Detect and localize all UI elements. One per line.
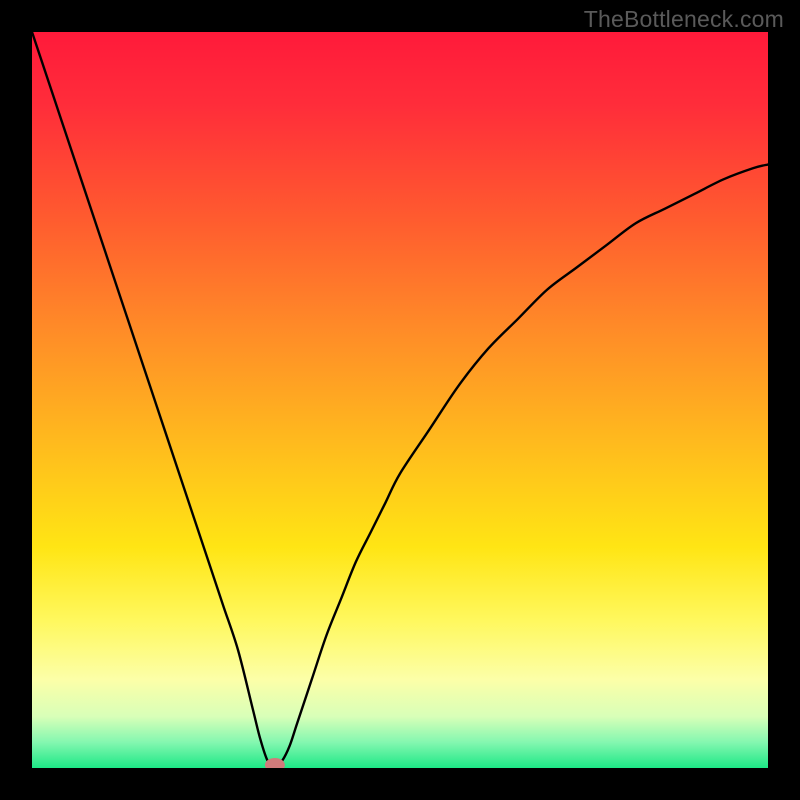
bottleneck-curve (32, 32, 768, 768)
chart-frame: TheBottleneck.com (0, 0, 800, 800)
plot-area (32, 32, 768, 768)
curve-layer (32, 32, 768, 768)
watermark-text: TheBottleneck.com (584, 6, 784, 33)
